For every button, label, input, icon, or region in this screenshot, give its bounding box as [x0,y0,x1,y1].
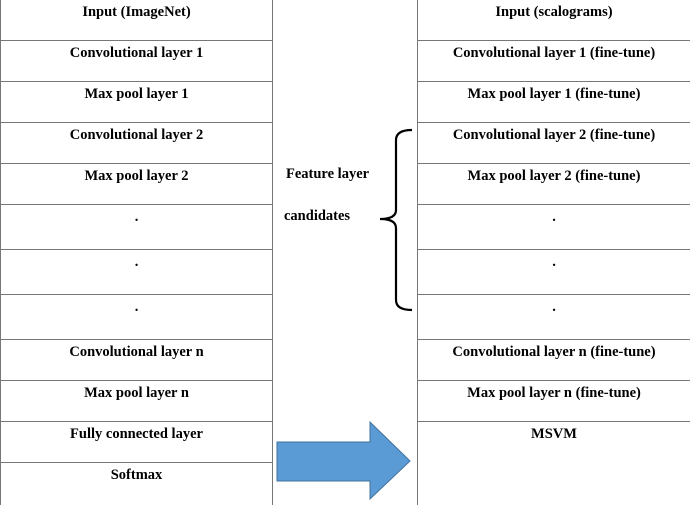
transfer-learning-diagram: Input (ImageNet) Convolutional layer 1 Max… [0,0,690,505]
overlay-shapes [276,128,413,501]
transfer-arrow-icon [276,420,411,501]
curly-brace-icon [379,128,413,312]
